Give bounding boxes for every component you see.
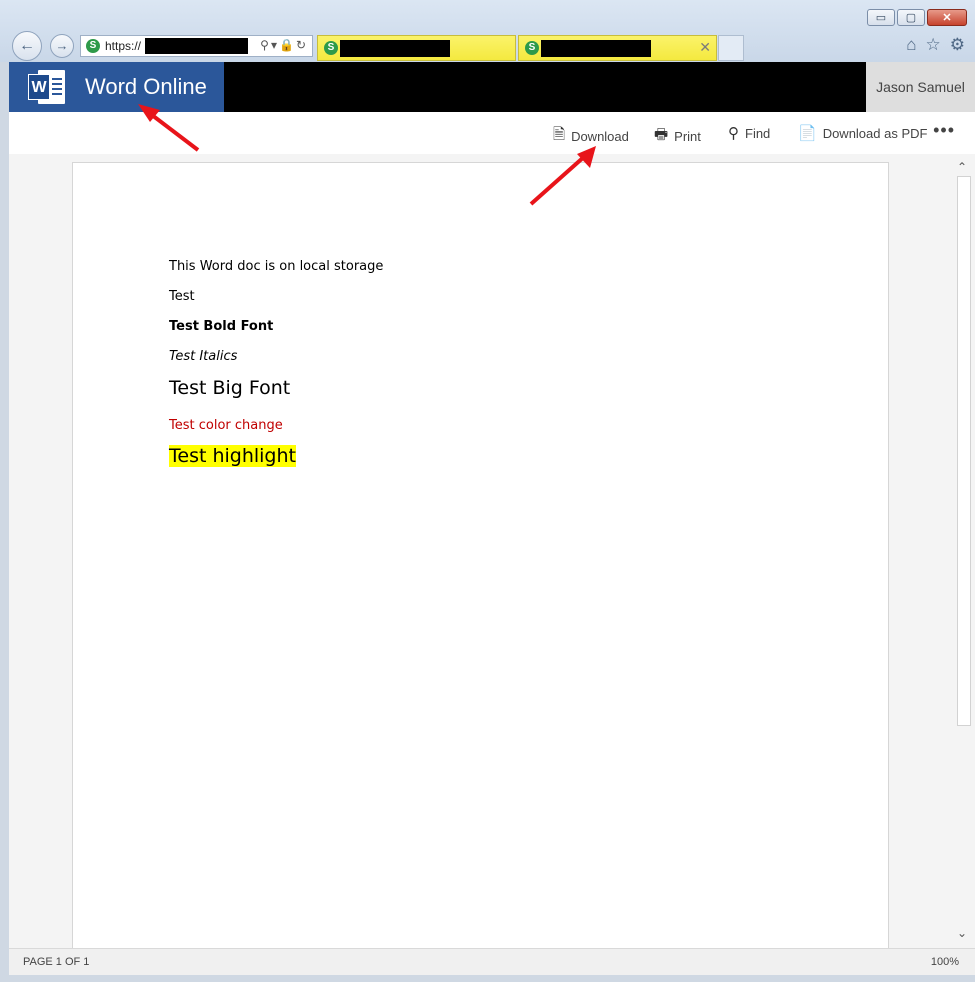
tab-favicon-icon: S: [324, 41, 338, 55]
zoom-level[interactable]: 100%: [931, 956, 959, 968]
doc-line-highlighted: Test highlight: [169, 445, 296, 467]
browser-tab-1[interactable]: S: [317, 35, 516, 61]
user-account-name[interactable]: Jason Samuel: [866, 62, 975, 112]
forward-button[interactable]: →: [50, 34, 74, 58]
address-tools: ⚲▾🔒↻: [260, 38, 308, 52]
close-window-button[interactable]: ✕: [927, 9, 967, 26]
word-logo-icon: W: [28, 70, 65, 104]
find-button[interactable]: ⚲ Find: [728, 124, 770, 142]
vertical-scrollbar[interactable]: ⌃ ⌄: [953, 160, 975, 948]
address-bar[interactable]: S https:// ⚲▾🔒↻: [80, 35, 313, 57]
back-arrow-icon: ←: [19, 37, 35, 54]
doc-line-colored: Test color change: [169, 418, 283, 433]
printer-icon: 🖶: [654, 126, 669, 143]
minimize-button[interactable]: ▭: [867, 9, 895, 26]
search-icon: ⚲: [728, 125, 739, 142]
document-page: This Word doc is on local storage Test T…: [72, 162, 889, 952]
window-frame-bottom: [0, 975, 975, 982]
print-label: Print: [674, 129, 701, 144]
download-button[interactable]: 🗎 Download: [553, 124, 629, 149]
dropdown-icon[interactable]: ▾: [271, 38, 279, 52]
status-bar: PAGE 1 OF 1 100%: [9, 948, 975, 976]
redacted-tab-title: [541, 40, 651, 57]
browser-tools: ⌂ ☆ ⚙: [906, 35, 965, 55]
doc-line-plain: This Word doc is on local storage: [169, 259, 384, 274]
settings-gear-icon[interactable]: ⚙: [950, 35, 965, 55]
app-header: W Word Online Jason Samuel: [9, 62, 975, 112]
back-button[interactable]: ←: [12, 31, 42, 61]
search-icon[interactable]: ⚲: [260, 38, 271, 52]
lock-icon: 🔒: [278, 38, 296, 52]
word-online-brand[interactable]: W Word Online: [9, 62, 224, 112]
scroll-down-icon[interactable]: ⌄: [957, 926, 967, 940]
find-label: Find: [745, 125, 771, 141]
download-pdf-button[interactable]: 📄 Download as PDF: [798, 124, 927, 142]
redacted-tab-title: [340, 40, 450, 57]
scrollbar-thumb[interactable]: [957, 176, 971, 726]
print-button[interactable]: 🖶 Print: [654, 124, 701, 149]
doc-line-test: Test: [169, 289, 195, 304]
refresh-icon[interactable]: ↻: [296, 38, 308, 52]
tab-favicon-icon: S: [525, 41, 539, 55]
doc-line-bold: Test Bold Font: [169, 319, 274, 334]
browser-chrome: ▭ ▢ ✕ ← → S https:// ⚲▾🔒↻ S S ✕ ⌂ ☆ ⚙: [0, 0, 975, 62]
window-frame-left: [0, 62, 9, 975]
page-count: PAGE 1 OF 1: [23, 956, 90, 968]
doc-line-big: Test Big Font: [169, 377, 291, 399]
download-label: Download: [571, 129, 629, 144]
app-title: Word Online: [85, 74, 207, 99]
redacted-url: [145, 38, 248, 54]
address-text: https://: [105, 39, 142, 53]
pdf-file-icon: 📄: [798, 125, 817, 142]
favorites-star-icon[interactable]: ☆: [926, 35, 941, 55]
forward-arrow-icon: →: [55, 38, 69, 53]
more-options-icon[interactable]: •••: [933, 120, 955, 141]
download-file-icon: 🗎: [553, 126, 566, 143]
reader-toolbar: 🗎 Download 🖶 Print ⚲ Find 📄 Download as …: [9, 112, 975, 154]
new-tab-button[interactable]: [718, 35, 744, 61]
browser-tab-2-active[interactable]: S ✕: [518, 35, 717, 61]
scroll-up-icon[interactable]: ⌃: [957, 160, 967, 174]
site-favicon-icon: S: [86, 39, 100, 53]
doc-line-italic: Test Italics: [169, 349, 238, 364]
maximize-button[interactable]: ▢: [897, 9, 925, 26]
document-workspace: 🗎 Download 🖶 Print ⚲ Find 📄 Download as …: [9, 112, 975, 952]
close-tab-icon[interactable]: ✕: [699, 39, 711, 56]
download-pdf-label: Download as PDF: [822, 125, 928, 141]
window-controls: ▭ ▢ ✕: [867, 9, 967, 26]
home-icon[interactable]: ⌂: [906, 35, 916, 55]
